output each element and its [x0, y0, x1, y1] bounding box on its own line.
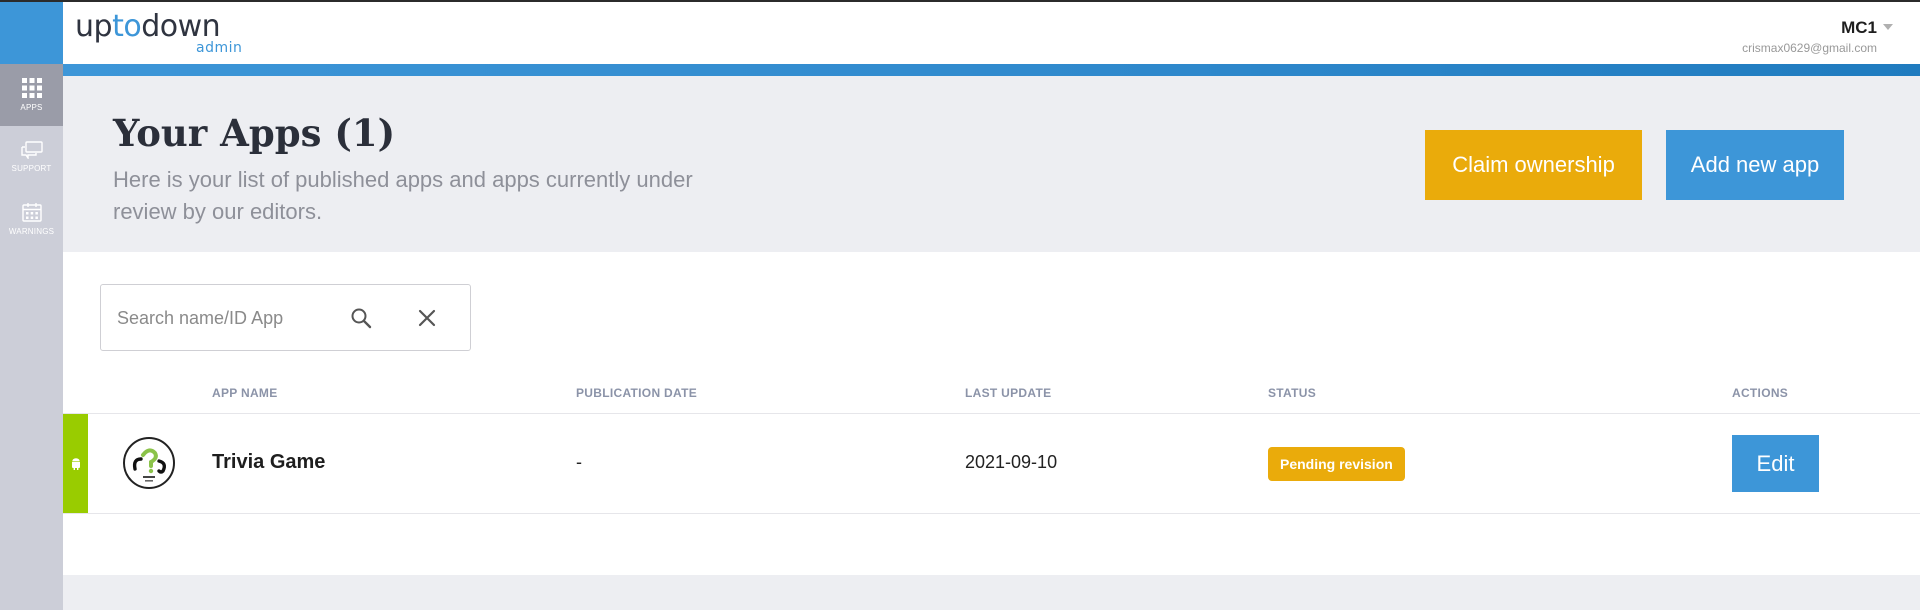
column-header-publication-date: PUBLICATION DATE — [576, 386, 698, 400]
clear-icon[interactable] — [418, 309, 436, 332]
caret-down-icon — [1883, 24, 1893, 30]
page-subtitle: Here is your list of published apps and … — [113, 167, 693, 224]
column-header-app-name: APP NAME — [212, 386, 278, 400]
app-name[interactable]: Trivia Game — [212, 451, 325, 474]
sidebar-item-apps[interactable]: APPS — [0, 64, 63, 126]
sidebar-item-label: WARNINGS — [8, 227, 55, 236]
column-header-last-update: LAST UPDATE — [965, 386, 1052, 400]
page-title: Your Apps (1) — [113, 111, 396, 155]
last-update: 2021-09-10 — [965, 452, 1058, 472]
sidebar-item-support[interactable]: SUPPORT — [0, 126, 63, 188]
top-header: uptodown admin MC1 crismax0629@gmail.com — [63, 2, 1920, 64]
apps-content: APP NAME PUBLICATION DATE LAST UPDATE ST… — [63, 252, 1920, 575]
logo-sub: admin — [196, 40, 243, 56]
header-accent-bar — [63, 64, 1920, 76]
logo-part-to: to — [112, 9, 142, 44]
search-icon[interactable] — [350, 307, 372, 334]
search-input[interactable] — [117, 305, 317, 331]
sidebar-header — [0, 2, 63, 64]
user-name: MC1 — [1841, 18, 1877, 37]
publication-date: - — [576, 452, 582, 472]
android-icon — [71, 457, 80, 470]
logo-part-up: up — [75, 9, 113, 44]
sidebar: APPS SUPPORT WARNINGS — [0, 2, 63, 610]
table-row[interactable]: Trivia Game - 2021-09-10 Pending revisio… — [63, 413, 1920, 514]
logo-part-down: down — [141, 9, 221, 44]
sidebar-item-label: SUPPORT — [11, 164, 52, 173]
chat-icon — [20, 141, 43, 159]
status-badge: Pending revision — [1268, 447, 1405, 481]
search-box — [100, 284, 471, 351]
sidebar-item-label: APPS — [20, 103, 43, 112]
sidebar-item-warnings[interactable]: WARNINGS — [0, 188, 63, 250]
grid-icon — [21, 78, 42, 98]
add-new-app-button[interactable]: Add new app — [1666, 130, 1844, 200]
app-icon-trivia-game — [123, 437, 175, 489]
calendar-icon — [21, 203, 42, 222]
user-menu[interactable]: MC1 crismax0629@gmail.com — [1742, 18, 1893, 55]
android-platform-indicator — [63, 414, 88, 513]
uptodown-admin-logo[interactable]: uptodown admin — [75, 12, 255, 56]
user-email: crismax0629@gmail.com — [1742, 41, 1877, 55]
edit-button[interactable]: Edit — [1732, 435, 1819, 492]
page-hero: Your Apps (1) Here is your list of publi… — [63, 76, 1920, 252]
column-header-actions: ACTIONS — [1732, 386, 1789, 400]
column-header-status: STATUS — [1268, 386, 1317, 400]
claim-ownership-button[interactable]: Claim ownership — [1425, 130, 1642, 200]
logo-wordmark: uptodown — [75, 12, 255, 42]
